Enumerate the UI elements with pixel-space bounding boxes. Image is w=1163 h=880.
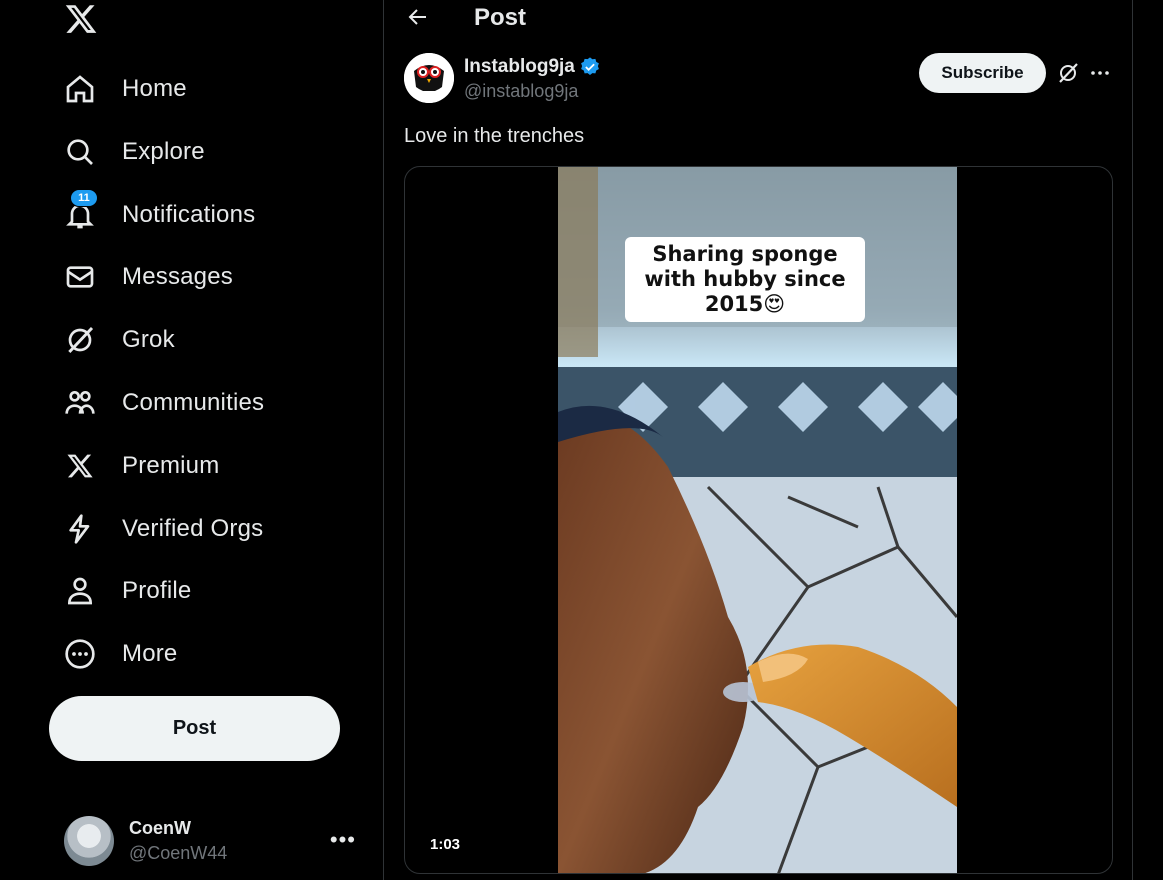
- post-button[interactable]: Post: [49, 696, 340, 761]
- page-title: Post: [474, 4, 527, 31]
- nav-verified-orgs[interactable]: Verified Orgs: [64, 509, 263, 549]
- nav-more-label: More: [122, 640, 178, 667]
- nav-home[interactable]: Home: [64, 69, 187, 109]
- lightning-icon: [64, 513, 96, 545]
- nav-profile[interactable]: Profile: [64, 571, 191, 611]
- envelope-icon: [64, 261, 96, 293]
- nav-explore[interactable]: Explore: [64, 132, 205, 172]
- tweet-author: Instablog9ja @instablog9ja Subscribe: [404, 53, 1114, 103]
- search-icon: [64, 136, 96, 168]
- grok-icon: [64, 324, 96, 356]
- post-header: Post: [384, 0, 1134, 36]
- nav-notifications-label: Notifications: [122, 201, 256, 228]
- nav-verified-orgs-label: Verified Orgs: [122, 515, 264, 542]
- x-logo-icon: [64, 450, 96, 482]
- x-logo-icon[interactable]: [64, 2, 98, 36]
- nav-communities[interactable]: Communities: [64, 383, 264, 423]
- main-column: Post Instablog9ja @instablog9ja Subscrib…: [383, 0, 1133, 880]
- author-name[interactable]: Instablog9ja: [464, 56, 575, 78]
- grok-icon[interactable]: [1056, 61, 1080, 85]
- account-handle: @CoenW44: [129, 843, 228, 863]
- nav-home-label: Home: [122, 75, 187, 102]
- author-handle[interactable]: @instablog9ja: [464, 81, 578, 102]
- more-options-icon[interactable]: [1088, 61, 1112, 85]
- nav-premium-label: Premium: [122, 452, 220, 479]
- tweet-video[interactable]: Sharing sponge with hubby since 2015😍 1:…: [404, 166, 1113, 874]
- verified-badge-icon: [579, 56, 601, 78]
- subscribe-button[interactable]: Subscribe: [919, 53, 1046, 93]
- left-sidebar: Home Explore 11 Notifications Messages G…: [0, 0, 383, 880]
- more-circle-icon: [64, 638, 96, 670]
- video-duration: 1:03: [421, 833, 470, 856]
- nav-messages-label: Messages: [122, 263, 233, 290]
- more-dots-icon[interactable]: •••: [330, 827, 356, 853]
- tweet-text: Love in the trenches: [404, 125, 585, 147]
- nav-notifications[interactable]: 11 Notifications: [64, 189, 256, 235]
- notifications-badge: 11: [70, 189, 98, 207]
- person-icon: [64, 575, 96, 607]
- video-caption: Sharing sponge with hubby since 2015😍: [625, 237, 865, 322]
- video-frame[interactable]: Sharing sponge with hubby since 2015😍: [558, 167, 957, 873]
- bell-icon: 11: [64, 189, 98, 231]
- back-arrow-icon[interactable]: [406, 5, 430, 29]
- nav-premium[interactable]: Premium: [64, 446, 219, 486]
- people-icon: [64, 387, 96, 419]
- nav-more[interactable]: More: [64, 634, 177, 674]
- account-switcher[interactable]: CoenW @CoenW44 •••: [64, 815, 364, 867]
- nav-communities-label: Communities: [122, 389, 265, 416]
- nav-grok-label: Grok: [122, 326, 175, 353]
- nav-explore-label: Explore: [122, 138, 205, 165]
- nav-profile-label: Profile: [122, 577, 192, 604]
- account-name: CoenW: [129, 818, 191, 838]
- author-avatar[interactable]: [404, 53, 454, 103]
- home-icon: [64, 73, 96, 105]
- nav-messages[interactable]: Messages: [64, 257, 233, 297]
- avatar: [64, 816, 114, 866]
- nav-grok[interactable]: Grok: [64, 320, 175, 360]
